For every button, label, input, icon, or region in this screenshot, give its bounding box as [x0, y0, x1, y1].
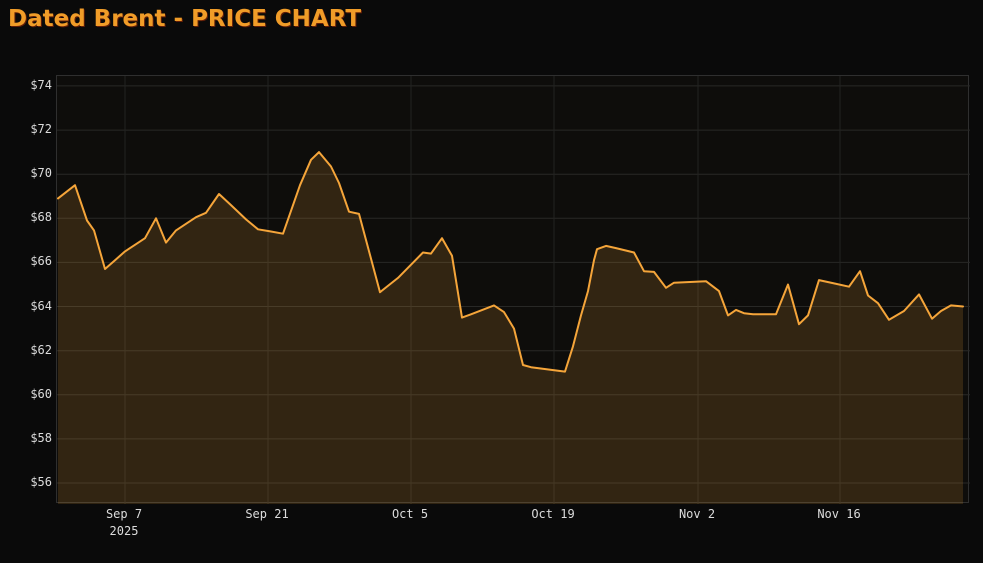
y-axis-label: $72 [30, 122, 52, 136]
x-axis-label: Nov 16 [817, 507, 861, 521]
y-axis-label: $68 [30, 210, 52, 224]
y-axis-label: $56 [30, 475, 52, 489]
y-axis-label: $74 [30, 78, 52, 92]
price-area-fill [58, 152, 963, 504]
y-axis-label: $66 [30, 254, 52, 268]
y-axis: $74 $72 $70 $68 $66 $64 $62 $60 $58 $56 [0, 0, 52, 563]
plot-area [56, 75, 970, 504]
x-axis-label: Nov 2 [678, 507, 716, 521]
y-axis-label: $58 [30, 431, 52, 445]
price-chart: Dated Brent - PRICE CHART $74 $72 $70 $68 $6… [0, 0, 983, 563]
x-axis-label: Sep 21 [245, 507, 289, 521]
price-series-svg [57, 76, 970, 504]
x-axis-label: Sep 7 [105, 507, 143, 521]
y-axis-label: $62 [30, 343, 52, 357]
page-title: Dated Brent - PRICE CHART [8, 6, 362, 32]
x-axis-label: Oct 19 [531, 507, 575, 521]
y-axis-label: $70 [30, 166, 52, 180]
y-axis-label: $64 [30, 299, 52, 313]
y-axis-label: $60 [30, 387, 52, 401]
x-axis-year-label: 2025 [109, 524, 139, 538]
x-axis-label: Oct 5 [391, 507, 429, 521]
